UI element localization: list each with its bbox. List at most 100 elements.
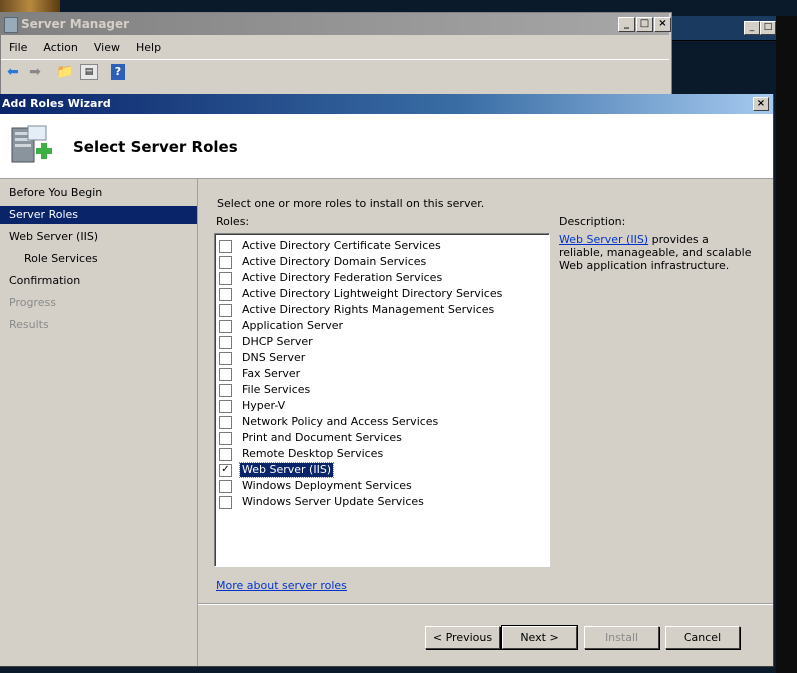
role-label: File Services <box>242 383 311 396</box>
desktop-logo <box>0 0 60 12</box>
menu-action[interactable]: Action <box>35 36 85 58</box>
role-label: Active Directory Lightweight Directory S… <box>242 287 503 300</box>
checkbox[interactable] <box>219 479 232 493</box>
roles-list[interactable]: Active Directory Certificate Services Ac… <box>214 233 550 567</box>
back-arrow-icon[interactable]: ⬅ <box>4 64 22 80</box>
checkbox[interactable] <box>219 431 232 445</box>
nav-confirmation[interactable]: Confirmation <box>0 272 197 290</box>
role-item[interactable]: Remote Desktop Services <box>219 446 385 462</box>
role-item[interactable]: Active Directory Federation Services <box>219 270 444 286</box>
role-label: Network Policy and Access Services <box>242 415 439 428</box>
previous-button[interactable]: < Previous <box>425 626 500 649</box>
wizard-header: Select Server Roles <box>0 114 773 179</box>
role-item[interactable]: Windows Server Update Services <box>219 494 426 510</box>
role-item[interactable]: DNS Server <box>219 350 307 366</box>
role-label: Active Directory Certificate Services <box>242 239 441 252</box>
role-item[interactable]: Active Directory Certificate Services <box>219 238 443 254</box>
help-icon[interactable]: ? <box>111 64 125 80</box>
role-label: Remote Desktop Services <box>242 447 384 460</box>
checkbox[interactable] <box>219 367 232 381</box>
show-hide-console-tree-icon[interactable]: ▤ <box>80 64 98 80</box>
role-label: Active Directory Domain Services <box>242 255 427 268</box>
maximize-icon[interactable]: □ <box>760 21 776 35</box>
background-window-edge <box>776 16 797 673</box>
role-item[interactable]: Active Directory Lightweight Directory S… <box>219 286 504 302</box>
role-item[interactable]: File Services <box>219 382 312 398</box>
role-label: Fax Server <box>242 367 301 380</box>
role-item[interactable]: Hyper-V <box>219 398 287 414</box>
role-item[interactable]: Active Directory Rights Management Servi… <box>219 302 496 318</box>
nav-role-services[interactable]: Role Services <box>0 250 197 268</box>
role-label: DNS Server <box>242 351 306 364</box>
server-manager-icon <box>4 17 18 33</box>
role-item[interactable]: Network Policy and Access Services <box>219 414 440 430</box>
role-item[interactable]: Application Server <box>219 318 345 334</box>
server-roles-icon <box>11 125 52 163</box>
role-label: Active Directory Rights Management Servi… <box>242 303 495 316</box>
role-label: Windows Deployment Services <box>242 479 412 492</box>
menu-file[interactable]: File <box>1 36 35 58</box>
checkbox[interactable] <box>219 415 232 429</box>
role-label: Web Server (IIS) <box>238 462 335 478</box>
more-about-roles-link[interactable]: More about server roles <box>216 579 347 592</box>
nav-results: Results <box>9 318 49 331</box>
checkbox[interactable] <box>219 351 232 365</box>
checkbox-checked[interactable]: ✓ <box>219 463 232 477</box>
up-folder-icon[interactable]: 📁 <box>56 64 74 80</box>
role-item[interactable]: Print and Document Services <box>219 430 404 446</box>
minimize-icon[interactable]: _ <box>744 21 760 35</box>
instruction-text: Select one or more roles to install on t… <box>217 197 485 210</box>
checkbox[interactable] <box>219 319 232 333</box>
role-item[interactable]: Active Directory Domain Services <box>219 254 428 270</box>
role-label: Hyper-V <box>242 399 286 412</box>
cancel-button[interactable]: Cancel <box>665 626 740 649</box>
role-item-web-server[interactable]: ✓ Web Server (IIS) <box>219 462 335 478</box>
role-item[interactable]: Fax Server <box>219 366 302 382</box>
checkbox[interactable] <box>219 495 232 509</box>
server-manager-window: Server Manager _ □ × File Action View He… <box>0 12 672 96</box>
role-label: Print and Document Services <box>242 431 402 444</box>
checkbox[interactable] <box>219 255 232 269</box>
description-link[interactable]: Web Server (IIS) <box>559 233 648 246</box>
role-label: Windows Server Update Services <box>242 495 424 508</box>
description-text: Web Server (IIS) provides a reliable, ma… <box>559 233 754 272</box>
server-manager-title: Server Manager <box>21 17 130 31</box>
next-button[interactable]: Next > <box>501 625 578 650</box>
close-button[interactable]: × <box>654 17 671 32</box>
role-item[interactable]: Windows Deployment Services <box>219 478 414 494</box>
role-item[interactable]: DHCP Server <box>219 334 315 350</box>
nav-progress: Progress <box>9 296 56 309</box>
minimize-button[interactable]: _ <box>618 17 635 32</box>
maximize-button[interactable]: □ <box>636 17 653 32</box>
menu-bar: File Action View Help <box>1 36 669 58</box>
add-roles-wizard-dialog: Add Roles Wizard × Select Server Roles B… <box>0 94 774 667</box>
description-label: Description: <box>559 215 626 228</box>
role-label: Application Server <box>242 319 344 332</box>
menu-help[interactable]: Help <box>128 36 169 58</box>
divider <box>198 603 773 605</box>
wizard-heading: Select Server Roles <box>73 138 238 156</box>
wizard-close-button[interactable]: × <box>753 97 769 111</box>
wizard-content: Select one or more roles to install on t… <box>198 179 773 666</box>
wizard-titlebar: Add Roles Wizard × <box>0 94 773 114</box>
checkbox[interactable] <box>219 399 232 413</box>
checkbox[interactable] <box>219 447 232 461</box>
checkbox[interactable] <box>219 271 232 285</box>
checkbox[interactable] <box>219 383 232 397</box>
toolbar: ⬅ ➡ 📁 ▤ ? <box>1 59 669 84</box>
forward-arrow-icon[interactable]: ➡ <box>26 64 44 80</box>
server-manager-titlebar: Server Manager _ □ × <box>1 13 671 35</box>
roles-label: Roles: <box>216 215 250 228</box>
checkbox[interactable] <box>219 239 232 253</box>
role-label: DHCP Server <box>242 335 313 348</box>
wizard-title: Add Roles Wizard <box>2 97 111 110</box>
nav-before-you-begin[interactable]: Before You Begin <box>0 184 197 202</box>
checkbox[interactable] <box>219 287 232 301</box>
checkbox[interactable] <box>219 335 232 349</box>
wizard-steps-nav: Before You Begin Server Roles Web Server… <box>0 179 198 666</box>
nav-web-server-iis[interactable]: Web Server (IIS) <box>0 228 197 246</box>
checkbox[interactable] <box>219 303 232 317</box>
install-button: Install <box>584 626 659 649</box>
nav-server-roles[interactable]: Server Roles <box>0 206 197 224</box>
menu-view[interactable]: View <box>86 36 128 58</box>
